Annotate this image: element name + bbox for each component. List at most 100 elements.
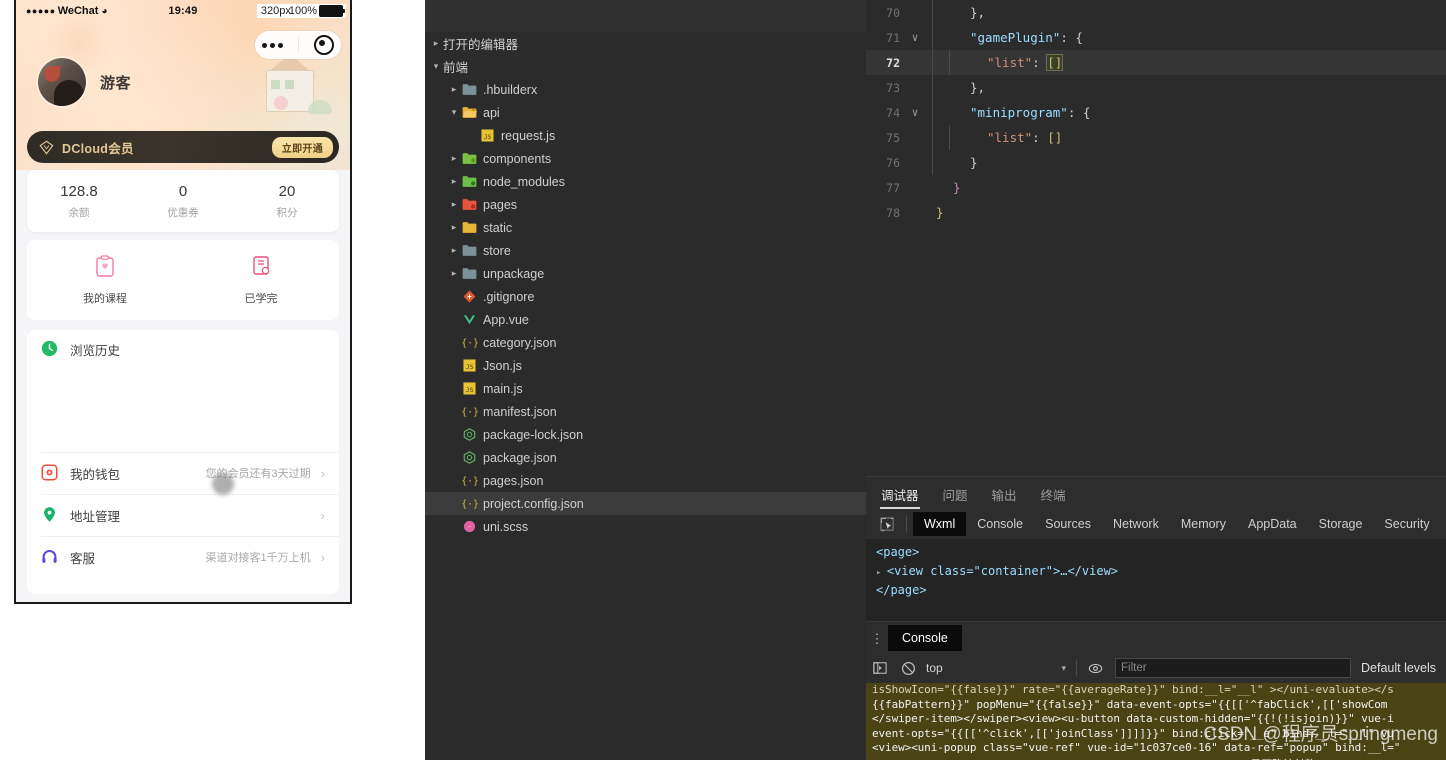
file-tree[interactable]: ▸ 打开的编辑器 ▾ 前端 ▸ .hbuilderx ▾ api JS request.js ▸ co… bbox=[425, 32, 866, 538]
devtools-tab-sources[interactable]: Sources bbox=[1034, 512, 1102, 536]
tree-node-package-lock-json[interactable]: package-lock.json bbox=[425, 423, 866, 446]
my-course-icon bbox=[95, 254, 115, 277]
tree-node-hbuilderx[interactable]: ▸ .hbuilderx bbox=[425, 78, 866, 101]
fold-toggle-icon[interactable]: ∨ bbox=[904, 106, 926, 119]
tree-node-pages-json[interactable]: {·} pages.json bbox=[425, 469, 866, 492]
code-line[interactable]: 74 ∨ "miniprogram": { bbox=[866, 100, 1446, 125]
wxml-node[interactable]: ▸ <view class="container">…</view> bbox=[876, 564, 1446, 583]
wxml-tree-view[interactable]: <page> ▸ <view class="container">…</view>… bbox=[866, 539, 1446, 627]
stat-coupons[interactable]: 0 优惠券 bbox=[131, 182, 235, 220]
fold-toggle-icon[interactable]: ∨ bbox=[904, 31, 926, 44]
devtools-tab-wxml[interactable]: Wxml bbox=[913, 512, 967, 536]
code-lines[interactable]: 70}, 71 ∨ "gamePlugin": {72 "list": [] 73}, 74… bbox=[866, 0, 1446, 225]
tree-node-uni-scss[interactable]: uni.scss bbox=[425, 515, 866, 538]
list-item-customer-service[interactable]: 客服 渠道对接客1千万上机 › bbox=[27, 536, 339, 578]
devtools-panel-tab[interactable]: 调试器 bbox=[880, 480, 920, 512]
code-line[interactable]: 71 ∨ "gamePlugin": { bbox=[866, 25, 1446, 50]
code-line[interactable]: 76} bbox=[866, 150, 1446, 175]
more-vertical-icon[interactable]: ⋮ bbox=[866, 632, 888, 645]
devtools-tab-storage[interactable]: Storage bbox=[1308, 512, 1374, 536]
tree-node-components[interactable]: ▸ components bbox=[425, 147, 866, 170]
eye-icon[interactable] bbox=[1081, 661, 1109, 676]
tree-node-unpackage[interactable]: ▸ unpackage bbox=[425, 262, 866, 285]
tree-node-app-vue[interactable]: App.vue bbox=[425, 308, 866, 331]
console-output-line: {{fabPattern}}" popMenu="{{false}}" data… bbox=[872, 697, 1388, 711]
stat-balance[interactable]: 128.8 余额 bbox=[27, 182, 131, 220]
devtools-panel-tab[interactable]: 终端 bbox=[1040, 480, 1067, 512]
chevron-right-icon[interactable]: ▸ bbox=[447, 84, 461, 95]
code-editor[interactable]: 70}, 71 ∨ "gamePlugin": {72 "list": [] 73}, 74… bbox=[866, 0, 1446, 476]
devtools-panel-tab[interactable]: 问题 bbox=[942, 480, 969, 512]
code-line[interactable]: 70}, bbox=[866, 0, 1446, 25]
tree-node-json-js[interactable]: JS Json.js bbox=[425, 354, 866, 377]
vip-banner[interactable]: DCloud会员 立即开通 bbox=[27, 131, 339, 163]
wxml-node[interactable]: <page> bbox=[876, 545, 1446, 564]
console-filter-input[interactable]: Filter bbox=[1115, 658, 1351, 678]
list-item-history[interactable]: 浏览历史 bbox=[27, 330, 339, 452]
tree-node-[interactable]: ▸ 打开的编辑器 bbox=[425, 32, 866, 55]
devtools-tab-appdata[interactable]: AppData bbox=[1237, 512, 1308, 536]
devtools-panel-tab[interactable]: 输出 bbox=[991, 480, 1018, 512]
console-drawer-tab[interactable]: Console bbox=[888, 625, 962, 651]
wxml-node[interactable]: </page> bbox=[876, 583, 1446, 602]
tree-node-project-config-json[interactable]: {·} project.config.json bbox=[425, 492, 866, 515]
chevron-right-icon[interactable]: ▸ bbox=[447, 176, 461, 187]
devtools-tabbar[interactable]: Wxml Console Sources Network Memory AppData St… bbox=[866, 509, 1446, 540]
code-line[interactable]: 73}, bbox=[866, 75, 1446, 100]
console-sidebar-icon[interactable] bbox=[866, 661, 894, 675]
console-levels-select[interactable]: Default levels bbox=[1361, 661, 1436, 675]
tree-node-gitignore[interactable]: .gitignore bbox=[425, 285, 866, 308]
devtools-tab-console[interactable]: Console bbox=[966, 512, 1034, 536]
tree-node-pages[interactable]: ▸ pages bbox=[425, 193, 866, 216]
wechat-capsule-menu[interactable] bbox=[255, 31, 341, 59]
toolbar-divider bbox=[1076, 660, 1077, 676]
code-line[interactable]: 72 "list": [] bbox=[866, 50, 1446, 75]
chevron-down-icon[interactable]: ▾ bbox=[429, 61, 443, 72]
stat-label: 余额 bbox=[68, 206, 90, 219]
tree-node-request-js[interactable]: JS request.js bbox=[425, 124, 866, 147]
code-line[interactable]: 78} bbox=[866, 200, 1446, 225]
list-item-address[interactable]: 地址管理 › bbox=[27, 494, 339, 536]
devtools-tab-memory[interactable]: Memory bbox=[1170, 512, 1237, 536]
console-context-select[interactable]: top ▾ bbox=[926, 661, 1072, 675]
avatar[interactable] bbox=[38, 58, 86, 106]
devtools-tab-network[interactable]: Network bbox=[1102, 512, 1170, 536]
chevron-right-icon[interactable]: ▸ bbox=[447, 245, 461, 256]
line-number: 70 bbox=[886, 5, 900, 20]
console-output[interactable]: isShowIcon="{{false}}" rate="{{averageRa… bbox=[866, 683, 1446, 760]
chevron-right-icon[interactable]: ▸ bbox=[447, 153, 461, 164]
devtools-tab-list[interactable]: Wxml Console Sources Network Memory AppData St… bbox=[913, 512, 1441, 536]
tree-node-category-json[interactable]: {·} category.json bbox=[425, 331, 866, 354]
tree-node-api[interactable]: ▾ api bbox=[425, 101, 866, 124]
stat-points[interactable]: 20 积分 bbox=[235, 182, 339, 220]
list-item-wallet[interactable]: 我的钱包 您的会员还有3天过期 › bbox=[27, 452, 339, 494]
inspect-element-icon[interactable] bbox=[874, 516, 900, 532]
expand-triangle-icon[interactable]: ▸ bbox=[876, 568, 887, 578]
file-explorer-panel[interactable]: ▸ 打开的编辑器 ▾ 前端 ▸ .hbuilderx ▾ api JS request.js ▸ co… bbox=[425, 0, 866, 760]
code-line[interactable]: 75 "list": [] bbox=[866, 125, 1446, 150]
tree-node-main-js[interactable]: JS main.js bbox=[425, 377, 866, 400]
code-line[interactable]: 77} bbox=[866, 175, 1446, 200]
devtools-tab-security[interactable]: Security bbox=[1373, 512, 1440, 536]
quick-action-finished[interactable]: 已学完 bbox=[183, 255, 339, 306]
chevron-right-icon[interactable]: ▸ bbox=[447, 222, 461, 233]
tree-node-store[interactable]: ▸ store bbox=[425, 239, 866, 262]
console-toolbar[interactable]: top ▾ Filter Default levels bbox=[866, 653, 1446, 684]
quick-action-my-course[interactable]: 我的课程 bbox=[27, 254, 183, 306]
tree-node-package-json[interactable]: package.json bbox=[425, 446, 866, 469]
tree-node-static[interactable]: ▸ static bbox=[425, 216, 866, 239]
tree-node-manifest-json[interactable]: {·} manifest.json bbox=[425, 400, 866, 423]
chevron-down-icon[interactable]: ▾ bbox=[447, 107, 461, 118]
console-drawer-header[interactable]: ⋮ Console bbox=[866, 621, 1446, 654]
chevron-right-icon[interactable]: ▸ bbox=[447, 268, 461, 279]
clear-console-icon[interactable] bbox=[894, 661, 922, 676]
chevron-right-icon[interactable]: ▸ bbox=[447, 199, 461, 210]
tree-node-node-modules[interactable]: ▸ node_modules bbox=[425, 170, 866, 193]
target-icon[interactable] bbox=[313, 35, 334, 55]
console-output-line: </swiper-item></swiper><view><u-button d… bbox=[872, 712, 1394, 725]
vip-activate-button[interactable]: 立即开通 bbox=[271, 136, 333, 158]
chevron-right-icon[interactable]: ▸ bbox=[429, 38, 443, 49]
folder-red-icon bbox=[461, 198, 478, 211]
tree-node-[interactable]: ▾ 前端 bbox=[425, 55, 866, 78]
more-dots-icon[interactable] bbox=[262, 42, 284, 48]
